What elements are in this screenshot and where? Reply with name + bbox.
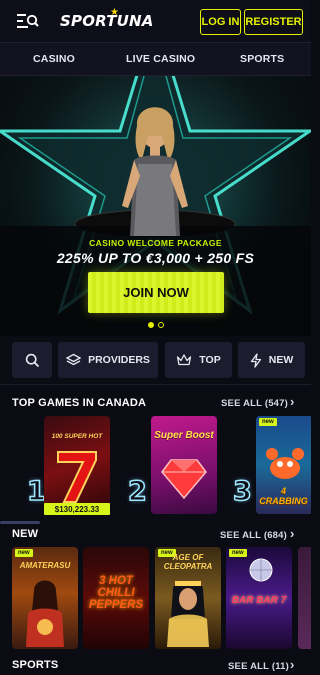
game-filters: PROVIDERS TOP NEW	[0, 340, 311, 380]
lightning-icon	[250, 352, 261, 368]
top-header: ★ SPORTUNA LOG IN REGISTER	[0, 0, 311, 42]
game-title: 4 CRABBING	[259, 486, 308, 506]
carousel-dot-1[interactable]	[147, 322, 154, 328]
new-label: NEW	[268, 354, 294, 366]
goddess-image	[26, 580, 64, 647]
promo-title: 225% UP TO €3,000 + 250 FS	[56, 250, 255, 266]
game-title: 100 SUPER HOT	[51, 433, 103, 440]
menu-icon[interactable]	[16, 11, 40, 31]
top-games-see-all[interactable]: SEE ALL (547)	[221, 398, 288, 409]
game-title: AGE OF CLEOPATRA	[163, 553, 213, 571]
jackpot-amount: $130,223.33	[44, 503, 110, 515]
game-card-age-of-cleopatra[interactable]: new AGE OF CLEOPATRA	[155, 547, 221, 649]
seven-symbol	[57, 451, 97, 503]
search-button[interactable]	[12, 342, 52, 378]
game-title: AMATERASU	[19, 561, 71, 570]
carousel-dots	[0, 322, 311, 330]
nav-sports[interactable]: SPORTS	[240, 53, 284, 65]
game-card-crabbing[interactable]: new 4 CRABBING	[256, 416, 311, 514]
crab-symbol	[266, 448, 304, 479]
register-button[interactable]: REGISTER	[244, 9, 303, 35]
game-card-3-hot-chilli-peppers[interactable]: 3 HOT CHILLI PEPPERS	[83, 547, 149, 649]
rank-number: 3	[232, 475, 252, 508]
sports-section: SPORTS SEE ALL (11) ›	[0, 656, 311, 675]
crown-icon	[177, 354, 192, 366]
top-button[interactable]: TOP	[165, 342, 232, 378]
promo-kicker: CASINO WELCOME PACKAGE	[89, 238, 222, 248]
logo-text: SPORTUNA	[60, 12, 154, 30]
game-title: Super Boost	[154, 430, 214, 441]
search-icon	[25, 353, 39, 367]
rank-number: 1	[26, 475, 46, 508]
sportuna-logo[interactable]: ★ SPORTUNA	[60, 7, 153, 34]
nav-casino[interactable]: CASINO	[33, 53, 75, 65]
game-card-bar-bar-7[interactable]: new BAR BAR 7	[226, 547, 292, 649]
nav-live-casino[interactable]: LIVE CASINO	[126, 53, 195, 65]
chevron-right-icon[interactable]: ›	[290, 657, 294, 672]
main-nav: CASINO LIVE CASINO SPORTS	[0, 42, 311, 76]
game-title: BAR BAR 7	[231, 595, 287, 606]
new-badge: new	[229, 549, 247, 557]
providers-button[interactable]: PROVIDERS	[58, 342, 158, 378]
new-badge: new	[259, 418, 277, 426]
rank-number: 2	[127, 475, 147, 508]
join-now-button[interactable]: JOIN NOW	[88, 272, 224, 313]
new-button[interactable]: NEW	[238, 342, 305, 378]
login-button[interactable]: LOG IN	[200, 9, 241, 35]
chevron-right-icon[interactable]: ›	[290, 394, 294, 409]
divider	[0, 384, 311, 385]
hero-banner[interactable]: CASINO WELCOME PACKAGE 225% UP TO €3,000…	[0, 76, 311, 336]
chevron-right-icon[interactable]: ›	[290, 526, 294, 541]
top-games-title: TOP GAMES IN CANADA	[12, 397, 147, 409]
new-games-title: NEW	[12, 528, 39, 540]
game-card-100-super-hot[interactable]: 100 SUPER HOT	[44, 416, 110, 514]
carousel-dot-2[interactable]	[157, 322, 164, 328]
cleopatra-image	[167, 581, 209, 647]
top-label: TOP	[199, 354, 221, 366]
game-card-super-boost[interactable]: Super Boost	[151, 416, 217, 514]
carousel-scroll-indicator	[0, 521, 40, 524]
sports-see-all[interactable]: SEE ALL (11)	[228, 661, 289, 672]
game-card-amaterasu[interactable]: new AMATERASU	[12, 547, 78, 649]
new-games-see-all[interactable]: SEE ALL (684)	[220, 530, 287, 541]
providers-label: PROVIDERS	[88, 354, 150, 366]
game-title: 3 HOT CHILLI PEPPERS	[88, 575, 144, 611]
diamond-symbol	[161, 459, 207, 500]
new-badge: new	[15, 549, 33, 557]
disco-ball-icon	[249, 558, 273, 582]
sports-title: SPORTS	[12, 659, 59, 671]
layers-icon	[66, 353, 82, 365]
game-card-partial[interactable]	[298, 547, 311, 649]
